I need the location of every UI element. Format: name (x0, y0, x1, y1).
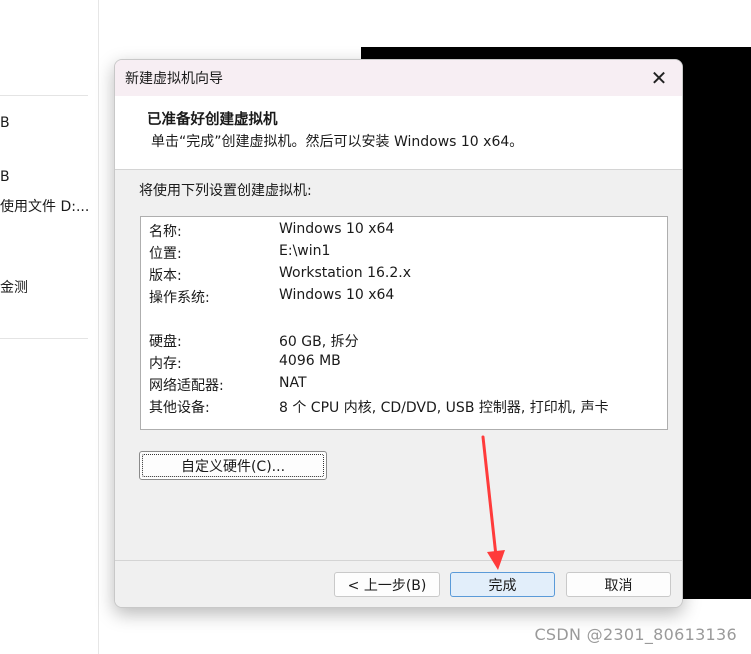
setting-key: 其他设备: (149, 400, 210, 416)
setting-row: 网络适配器: NAT (149, 375, 307, 397)
setting-value: 4096 MB (279, 353, 341, 369)
setting-key: 网络适配器: (149, 378, 224, 394)
setting-value: Workstation 16.2.x (279, 265, 411, 281)
setting-value: 8 个 CPU 内核, CD/DVD, USB 控制器, 打印机, 声卡 (279, 400, 609, 416)
header-subtitle: 单击“完成”创建虚拟机。然后可以安装 Windows 10 x64。 (151, 134, 524, 150)
cancel-button[interactable]: 取消 (566, 572, 671, 597)
setting-key: 位置: (149, 246, 182, 262)
setting-value: 60 GB, 拆分 (279, 334, 359, 350)
setting-value: E:\win1 (279, 243, 331, 259)
setting-key: 内存: (149, 356, 182, 372)
background-divider (0, 95, 88, 96)
customize-hardware-button[interactable]: 自定义硬件(C)... (139, 451, 327, 480)
setting-row: 内存: 4096 MB (149, 353, 341, 375)
setting-row: 硬盘: 60 GB, 拆分 (149, 331, 359, 353)
settings-intro: 将使用下列设置创建虚拟机: (139, 183, 312, 199)
background-panel: B B 使用文件 D:... 金测 (0, 0, 99, 654)
back-button[interactable]: < 上一步(B) (334, 572, 440, 597)
wizard-header: 已准备好创建虚拟机 单击“完成”创建虚拟机。然后可以安装 Windows 10 … (115, 96, 682, 170)
setting-row: 名称: Windows 10 x64 (149, 221, 394, 243)
finish-button[interactable]: 完成 (450, 572, 555, 597)
background-text: B (0, 169, 10, 185)
background-text: 金测 (0, 280, 28, 296)
setting-key: 名称: (149, 224, 182, 240)
setting-row: 位置: E:\win1 (149, 243, 330, 265)
setting-row: 其他设备: 8 个 CPU 内核, CD/DVD, USB 控制器, 打印机, … (149, 397, 609, 419)
background-divider (0, 338, 88, 339)
setting-key: 操作系统: (149, 290, 210, 306)
setting-value: Windows 10 x64 (279, 287, 395, 303)
dialog-title: 新建虚拟机向导 (125, 71, 223, 87)
setting-key: 硬盘: (149, 334, 182, 350)
setting-value: NAT (279, 375, 307, 391)
setting-value: Windows 10 x64 (279, 221, 395, 237)
setting-row: 操作系统: Windows 10 x64 (149, 287, 394, 309)
setting-row: 版本: Workstation 16.2.x (149, 265, 411, 287)
csdn-watermark: CSDN @2301_80613136 (534, 625, 737, 644)
dialog-titlebar[interactable]: 新建虚拟机向导 ✕ (115, 60, 682, 96)
background-text: B (0, 115, 10, 131)
settings-summary-box: 名称: Windows 10 x64 位置: E:\win1 版本: Works… (140, 216, 668, 430)
background-text: 使用文件 D:... (0, 199, 90, 215)
header-title: 已准备好创建虚拟机 (147, 112, 278, 128)
close-icon[interactable]: ✕ (646, 66, 672, 90)
new-vm-wizard-dialog: 新建虚拟机向导 ✕ 已准备好创建虚拟机 单击“完成”创建虚拟机。然后可以安装 W… (114, 59, 683, 608)
setting-key: 版本: (149, 268, 182, 284)
